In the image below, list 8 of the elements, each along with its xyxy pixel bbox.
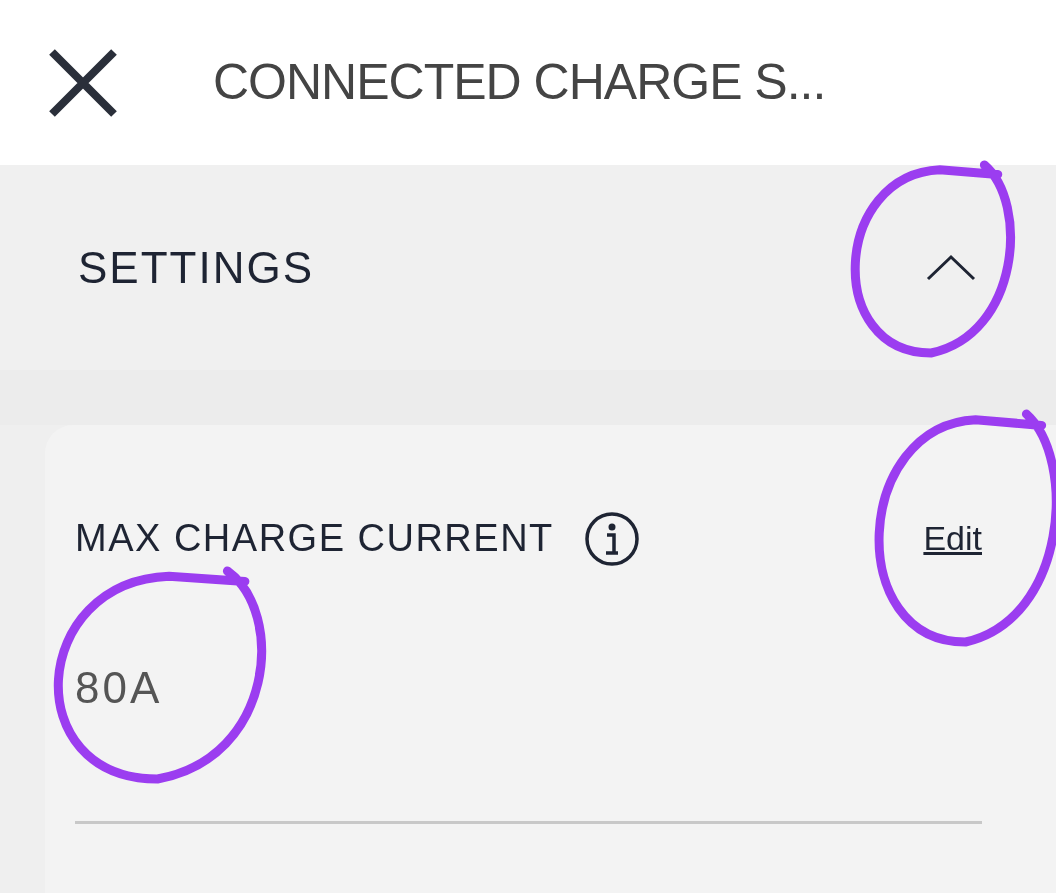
page-title: CONNECTED CHARGE S... bbox=[213, 53, 826, 112]
info-icon[interactable] bbox=[583, 510, 640, 567]
collapse-chevron-icon[interactable] bbox=[926, 253, 976, 282]
setting-label: MAX CHARGE CURRENT bbox=[75, 516, 554, 561]
section-title: SETTINGS bbox=[78, 241, 315, 294]
setting-value: 80A bbox=[75, 663, 163, 712]
edit-link[interactable]: Edit bbox=[923, 513, 982, 564]
close-icon[interactable] bbox=[48, 47, 118, 118]
